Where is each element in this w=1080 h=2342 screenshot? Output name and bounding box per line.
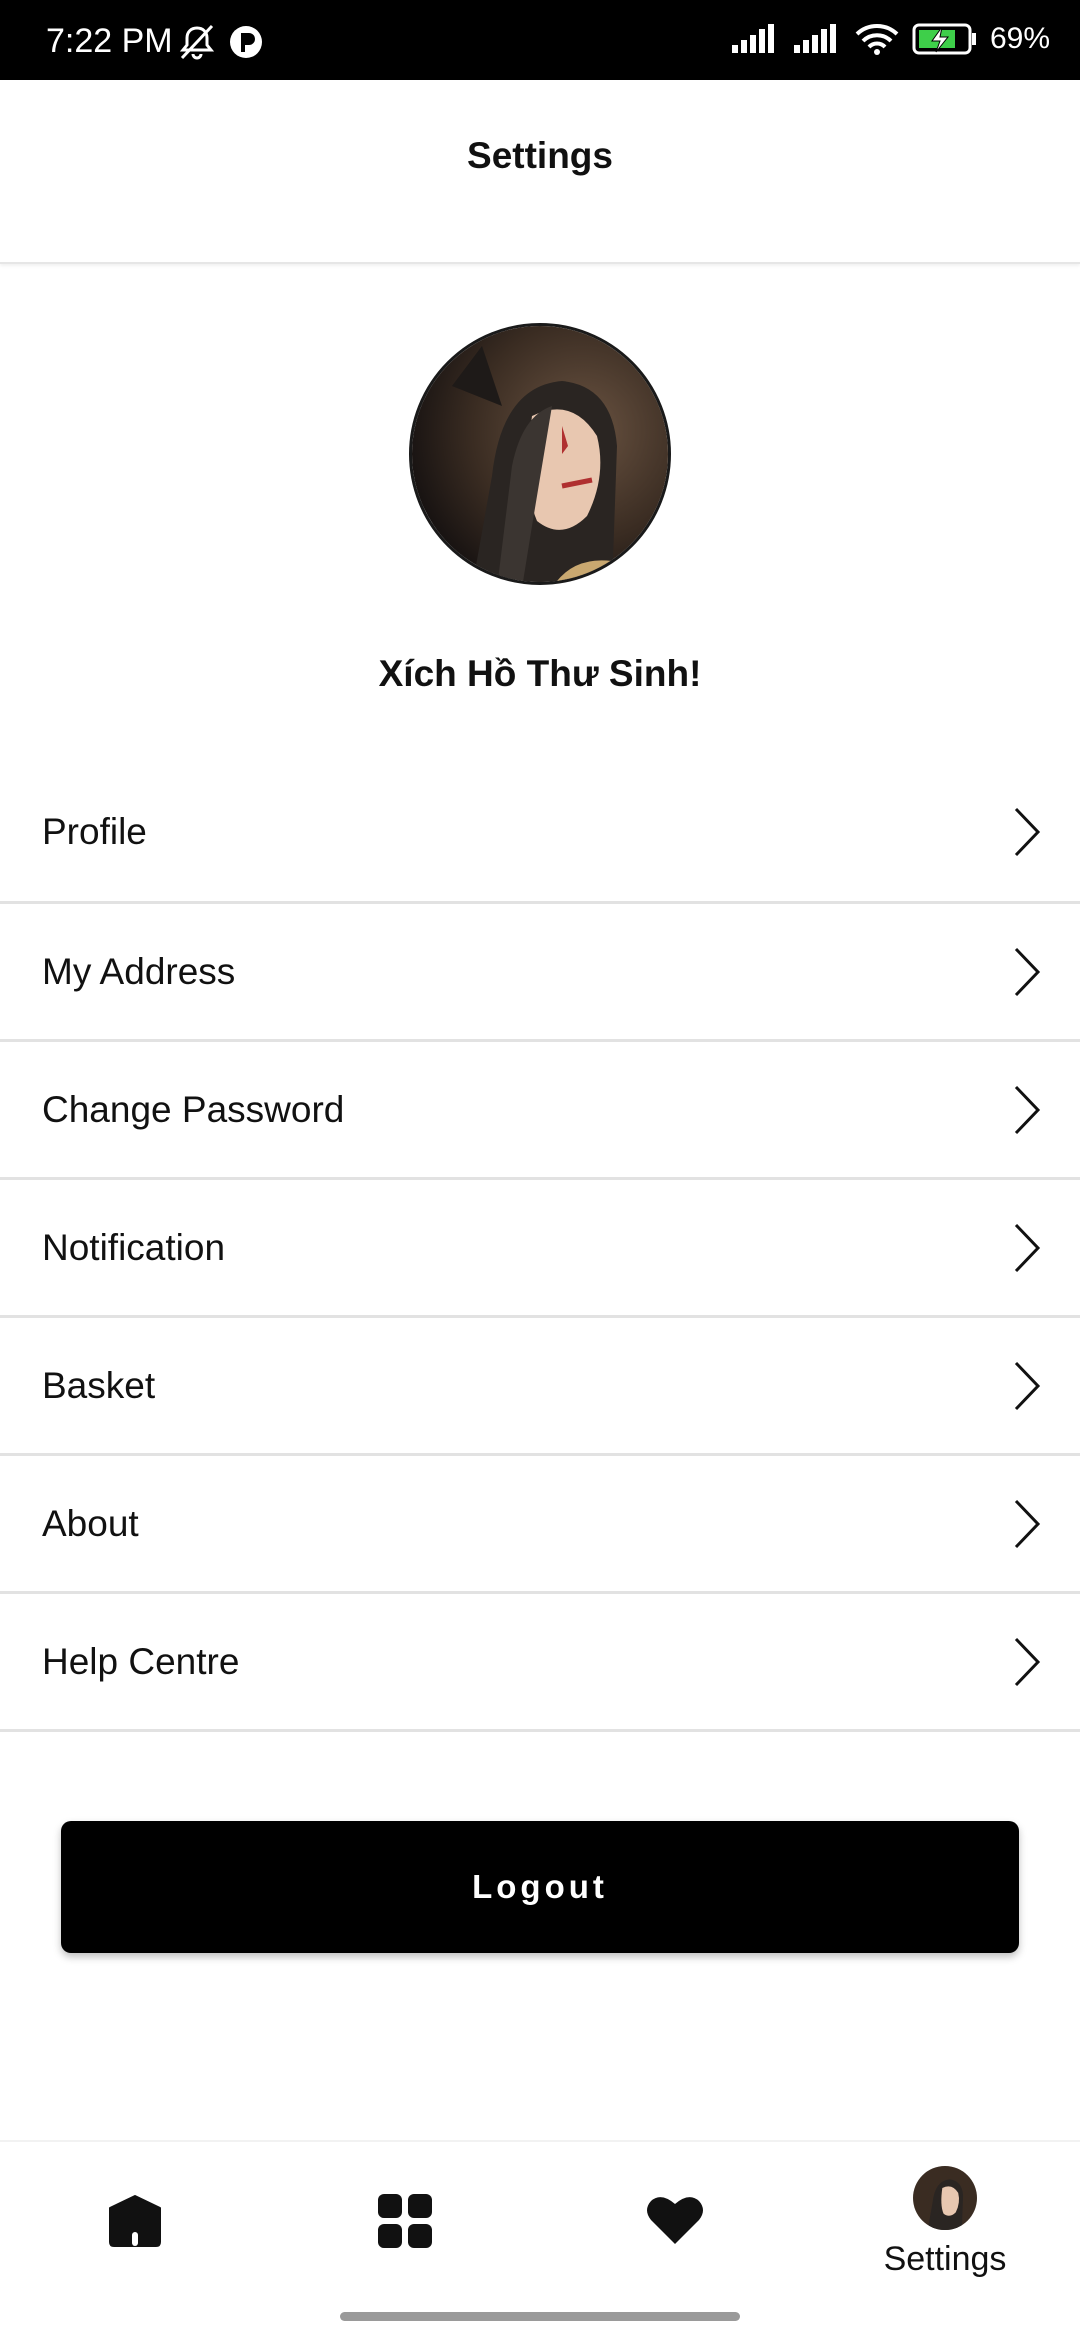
menu-item-about[interactable]: About xyxy=(0,1456,1080,1594)
chevron-right-icon xyxy=(1014,947,1041,996)
bell-off-icon xyxy=(179,24,215,60)
signal-icon xyxy=(731,24,774,53)
nav-item-settings[interactable]: Settings xyxy=(810,2142,1080,2312)
page-title: Settings xyxy=(467,135,613,176)
avatar-image xyxy=(412,326,668,582)
avatar[interactable] xyxy=(409,323,671,585)
menu-item-help-centre[interactable]: Help Centre xyxy=(0,1594,1080,1732)
nav-settings-label: Settings xyxy=(883,2240,1007,2278)
menu-item-label: Help Centre xyxy=(42,1640,240,1682)
menu-item-change-password[interactable]: Change Password xyxy=(0,1042,1080,1180)
menu-item-notification[interactable]: Notification xyxy=(0,1180,1080,1318)
wifi-icon xyxy=(855,24,899,55)
chevron-right-icon xyxy=(1014,1085,1041,1134)
logout-button[interactable]: Logout xyxy=(61,1821,1019,1953)
battery-charging-icon xyxy=(912,23,976,55)
menu-item-label: Change Password xyxy=(42,1088,345,1130)
menu-item-my-address[interactable]: My Address xyxy=(0,904,1080,1042)
grid-icon xyxy=(378,2194,432,2248)
menu-item-label: My Address xyxy=(42,950,236,992)
nav-item-favorites[interactable] xyxy=(540,2142,810,2312)
user-name: Xích Hồ Thư Sinh! xyxy=(378,653,702,694)
chevron-right-icon xyxy=(1014,807,1041,857)
menu-item-label: Basket xyxy=(42,1364,156,1406)
heart-icon xyxy=(647,2197,703,2244)
chevron-right-icon xyxy=(1014,1223,1041,1272)
menu-item-basket[interactable]: Basket xyxy=(0,1318,1080,1456)
nav-item-home[interactable] xyxy=(0,2142,270,2312)
settings-menu: Profile My Address Change Password Notif… xyxy=(0,763,1080,1732)
chevron-right-icon xyxy=(1014,1361,1041,1410)
p-app-icon xyxy=(230,26,262,58)
avatar xyxy=(913,2166,977,2230)
status-time: 7:22 PM xyxy=(46,22,173,60)
home-indicator[interactable] xyxy=(340,2312,740,2321)
menu-item-label: About xyxy=(42,1502,139,1544)
menu-item-label: Profile xyxy=(42,811,147,852)
home-icon xyxy=(109,2195,161,2247)
chevron-right-icon xyxy=(1014,1499,1041,1548)
battery-percent: 69% xyxy=(989,22,1050,55)
status-bar: 7:22 PM 69% xyxy=(0,0,1080,80)
menu-item-label: Notification xyxy=(42,1226,226,1268)
chevron-right-icon xyxy=(1014,1637,1041,1686)
signal-icon xyxy=(793,24,836,53)
header: Settings xyxy=(0,80,1080,264)
nav-item-categories[interactable] xyxy=(270,2142,540,2312)
menu-item-profile[interactable]: Profile xyxy=(0,763,1080,904)
